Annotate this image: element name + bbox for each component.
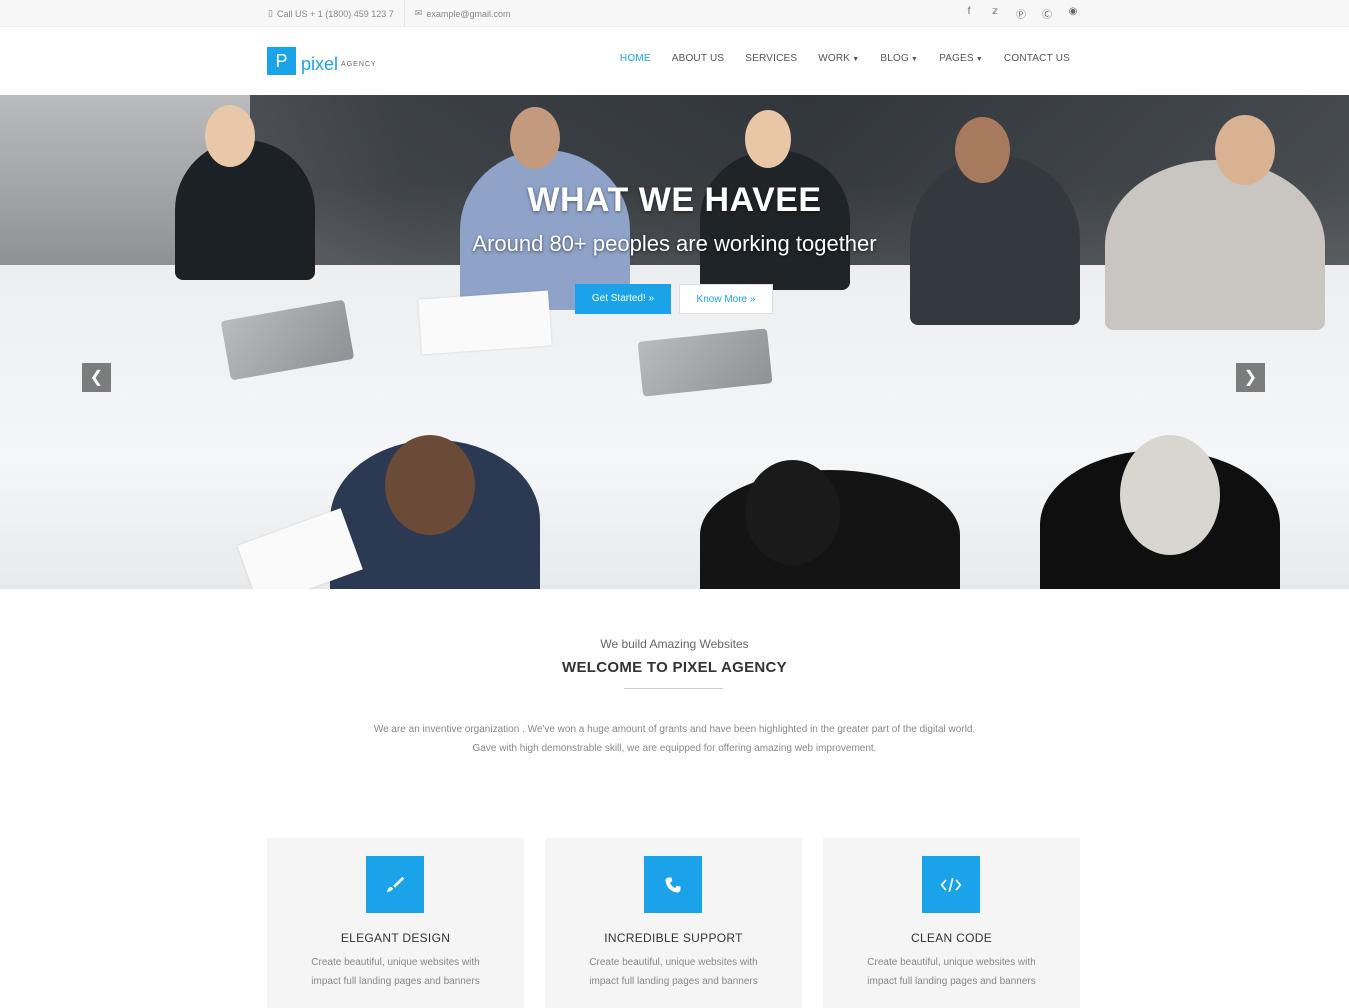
divider bbox=[403, 0, 405, 27]
hero-person bbox=[1120, 435, 1220, 555]
hero-person bbox=[745, 460, 840, 565]
feature-title: ELEGANT DESIGN bbox=[340, 931, 451, 945]
paint-brush-icon bbox=[366, 856, 424, 913]
phone-icon bbox=[644, 856, 702, 913]
pinterest-icon[interactable]: Ⓟ bbox=[1014, 6, 1028, 21]
phone-contact: ▯ Call US + 1 (1800) 459 123 7 bbox=[268, 8, 404, 19]
hero-slider: ❮ ❯ bbox=[0, 95, 1349, 589]
feature-card: INCREDIBLE SUPPORT Create beautiful, uni… bbox=[545, 838, 802, 1008]
facebook-icon[interactable]: f bbox=[962, 6, 976, 21]
logo-mark: P bbox=[267, 47, 296, 75]
caret-down-icon: ▼ bbox=[975, 56, 983, 63]
skype-icon[interactable]: Ⓒ bbox=[1040, 6, 1054, 21]
caret-down-icon: ▼ bbox=[910, 56, 919, 63]
intro-kicker: We build Amazing Websites bbox=[600, 637, 749, 651]
hero-title: WHAT WE HAVEE bbox=[527, 181, 822, 219]
hero-person bbox=[700, 150, 850, 290]
hero-person bbox=[955, 117, 1010, 183]
code-icon bbox=[922, 856, 980, 913]
email-text[interactable]: example@gmail.com bbox=[426, 9, 510, 19]
hero-person bbox=[745, 110, 791, 168]
mobile-icon: ▯ bbox=[268, 8, 273, 18]
logo-tagline: AGENCY bbox=[341, 61, 377, 68]
twitter-icon[interactable]: 𝕫 bbox=[988, 6, 1002, 21]
nav-work[interactable]: WORK ▼ bbox=[818, 53, 859, 64]
nav-pages-label: PAGES bbox=[939, 53, 974, 64]
nav-services[interactable]: SERVICES bbox=[745, 53, 797, 64]
contact-info: ▯ Call US + 1 (1800) 459 123 7 ✉ example… bbox=[268, 0, 521, 27]
nav-about[interactable]: ABOUT US bbox=[672, 53, 725, 64]
caret-down-icon: ▼ bbox=[852, 56, 860, 63]
feature-card: ELEGANT DESIGN Create beautiful, unique … bbox=[267, 838, 524, 1008]
main-nav: HOME ABOUT US SERVICES WORK ▼ BLOG ▼ PAGES… bbox=[620, 53, 1070, 64]
site-header: P pixel AGENCY HOME ABOUT US SERVICES WO… bbox=[0, 27, 1349, 95]
hero-subtitle: Around 80+ peoples are working together bbox=[472, 231, 877, 256]
feature-text: Create beautiful, unique websites with i… bbox=[589, 957, 758, 987]
chevron-right-icon[interactable]: ❯ bbox=[1236, 363, 1265, 392]
feature-text: Create beautiful, unique websites with i… bbox=[311, 957, 480, 987]
hero-person bbox=[205, 105, 255, 167]
feature-card: CLEAN CODE Create beautiful, unique webs… bbox=[823, 838, 1080, 1008]
divider bbox=[624, 688, 723, 689]
phone-text: Call US + 1 (1800) 459 123 7 bbox=[276, 8, 394, 19]
nav-home[interactable]: HOME bbox=[620, 53, 651, 64]
know-more-button[interactable]: Know More » bbox=[679, 284, 773, 314]
top-bar: ▯ Call US + 1 (1800) 459 123 7 ✉ example… bbox=[0, 0, 1349, 27]
envelope-icon: ✉ bbox=[414, 8, 423, 18]
chevron-left-icon[interactable]: ❮ bbox=[82, 363, 111, 392]
get-started-button[interactable]: Get Started! » bbox=[575, 284, 671, 314]
hero-person bbox=[510, 107, 560, 169]
hero-person bbox=[1215, 115, 1275, 185]
feature-text: Create beautiful, unique websites with i… bbox=[867, 957, 1036, 987]
intro-text-line-1: We are an inventive organization . We've… bbox=[373, 724, 976, 735]
hero-person bbox=[385, 435, 475, 535]
email-contact[interactable]: ✉ example@gmail.com bbox=[415, 8, 521, 19]
social-links: f 𝕫 Ⓟ Ⓒ ◉ bbox=[962, 6, 1080, 21]
nav-blog[interactable]: BLOG ▼ bbox=[880, 53, 918, 64]
nav-work-label: WORK bbox=[818, 53, 851, 64]
nav-pages[interactable]: PAGES ▼ bbox=[939, 53, 983, 64]
intro-text-line-2: Gave with high demonstrable skill, we ar… bbox=[472, 743, 877, 754]
intro-title: WELCOME TO PIXEL AGENCY bbox=[562, 659, 787, 676]
hero-paper bbox=[418, 290, 552, 355]
feature-title: INCREDIBLE SUPPORT bbox=[604, 931, 743, 945]
dribbble-icon[interactable]: ◉ bbox=[1066, 6, 1080, 21]
feature-title: CLEAN CODE bbox=[910, 931, 993, 945]
logo[interactable]: P pixel AGENCY bbox=[267, 47, 377, 75]
nav-blog-label: BLOG bbox=[880, 53, 909, 64]
logo-name: pixel bbox=[301, 54, 339, 74]
nav-contact[interactable]: CONTACT US bbox=[1004, 53, 1070, 64]
